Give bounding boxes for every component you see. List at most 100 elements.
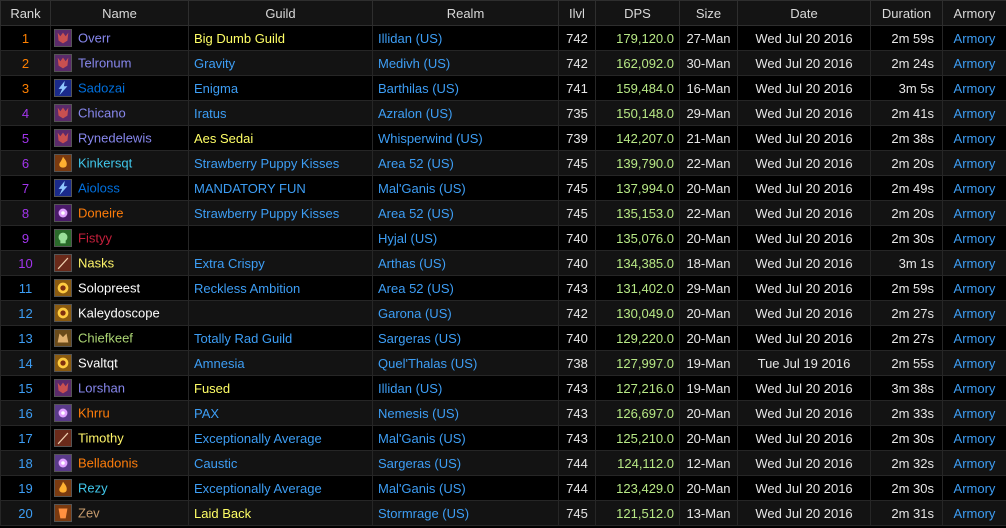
guild-link[interactable]: Enigma <box>194 81 238 96</box>
realm-link[interactable]: Area 52 (US) <box>378 206 454 221</box>
armory-link[interactable]: Armory <box>954 456 996 471</box>
realm-link[interactable]: Barthilas (US) <box>378 81 459 96</box>
player-name[interactable]: Rynedelewis <box>78 131 152 146</box>
realm-link[interactable]: Azralon (US) <box>378 106 452 121</box>
col-header-rank[interactable]: Rank <box>0 0 51 26</box>
armory-cell: Armory <box>942 75 1006 101</box>
col-header-size[interactable]: Size <box>679 0 738 26</box>
guild-link[interactable]: Big Dumb Guild <box>194 31 285 46</box>
realm-link[interactable]: Hyjal (US) <box>378 231 437 246</box>
duration-cell: 2m 27s <box>870 300 943 326</box>
guild-link[interactable]: Aes Sedai <box>194 131 253 146</box>
player-name[interactable]: Zev <box>78 506 100 521</box>
armory-link[interactable]: Armory <box>954 381 996 396</box>
guild-link[interactable]: Amnesia <box>194 356 245 371</box>
guild-link[interactable]: Extra Crispy <box>194 256 265 271</box>
lightning-icon <box>54 79 72 97</box>
col-header-date[interactable]: Date <box>737 0 871 26</box>
player-name[interactable]: Khrru <box>78 406 110 421</box>
realm-link[interactable]: Whisperwind (US) <box>378 131 483 146</box>
armory-link[interactable]: Armory <box>954 81 996 96</box>
realm-link[interactable]: Nemesis (US) <box>378 406 459 421</box>
realm-link[interactable]: Medivh (US) <box>378 56 450 71</box>
duration-cell: 2m 59s <box>870 25 943 51</box>
armory-link[interactable]: Armory <box>954 181 996 196</box>
guild-link[interactable]: Strawberry Puppy Kisses <box>194 156 339 171</box>
guild-link[interactable]: Strawberry Puppy Kisses <box>194 206 339 221</box>
col-header-duration[interactable]: Duration <box>870 0 943 26</box>
armory-link[interactable]: Armory <box>954 106 996 121</box>
guild-link[interactable]: PAX <box>194 406 219 421</box>
duration-cell: 2m 49s <box>870 175 943 201</box>
player-name[interactable]: Chicano <box>78 106 126 121</box>
realm-link[interactable]: Garona (US) <box>378 306 452 321</box>
realm-link[interactable]: Sargeras (US) <box>378 456 461 471</box>
armory-link[interactable]: Armory <box>954 256 996 271</box>
guild-link[interactable]: Laid Back <box>194 506 251 521</box>
realm-link[interactable]: Mal'Ganis (US) <box>378 431 466 446</box>
armory-link[interactable]: Armory <box>954 481 996 496</box>
player-name[interactable]: Lorshan <box>78 381 125 396</box>
guild-link[interactable]: Exceptionally Average <box>194 481 322 496</box>
player-name[interactable]: Timothy <box>78 431 124 446</box>
table-body: 1 Overr Big Dumb Guild Illidan (US) 742 179,1… <box>0 25 1006 526</box>
player-name[interactable]: Doneire <box>78 206 124 221</box>
player-name[interactable]: Overr <box>78 31 111 46</box>
guild-link[interactable]: Exceptionally Average <box>194 431 322 446</box>
realm-link[interactable]: Stormrage (US) <box>378 506 469 521</box>
realm-link[interactable]: Arthas (US) <box>378 256 446 271</box>
guild-link[interactable]: Caustic <box>194 456 237 471</box>
player-name[interactable]: Belladonis <box>78 456 138 471</box>
player-name[interactable]: Aioloss <box>78 181 120 196</box>
player-name[interactable]: Kaleydoscope <box>78 306 160 321</box>
armory-link[interactable]: Armory <box>954 206 996 221</box>
armory-link[interactable]: Armory <box>954 31 996 46</box>
armory-link[interactable]: Armory <box>954 131 996 146</box>
guild-link[interactable]: Reckless Ambition <box>194 281 300 296</box>
col-header-realm[interactable]: Realm <box>372 0 559 26</box>
col-header-dps[interactable]: DPS <box>595 0 680 26</box>
player-name[interactable]: Svaltqt <box>78 356 118 371</box>
guild-link[interactable]: Fused <box>194 381 230 396</box>
col-header-name[interactable]: Name <box>50 0 189 26</box>
date-cell: Wed Jul 20 2016 <box>737 325 871 351</box>
guild-link[interactable]: Gravity <box>194 56 235 71</box>
player-name[interactable]: Chiefkeef <box>78 331 133 346</box>
ilvl-cell: 739 <box>558 125 596 151</box>
realm-link[interactable]: Area 52 (US) <box>378 281 454 296</box>
table-row: 11 Solopreest Reckless Ambition Area 52 (US… <box>0 275 1006 301</box>
player-name[interactable]: Kinkersqt <box>78 156 132 171</box>
dps-cell: 131,402.0 <box>595 275 680 301</box>
armory-link[interactable]: Armory <box>954 56 996 71</box>
dps-cell: 123,429.0 <box>595 475 680 501</box>
guild-link[interactable]: Iratus <box>194 106 227 121</box>
guild-link[interactable]: MANDATORY FUN <box>194 181 306 196</box>
realm-link[interactable]: Illidan (US) <box>378 381 442 396</box>
armory-link[interactable]: Armory <box>954 406 996 421</box>
col-header-ilvl[interactable]: Ilvl <box>558 0 596 26</box>
player-name[interactable]: Sadozai <box>78 81 125 96</box>
armory-link[interactable]: Armory <box>954 156 996 171</box>
player-name[interactable]: Telronum <box>78 56 131 71</box>
realm-link[interactable]: Mal'Ganis (US) <box>378 481 466 496</box>
realm-link[interactable]: Area 52 (US) <box>378 156 454 171</box>
realm-link[interactable]: Sargeras (US) <box>378 331 461 346</box>
col-header-armory[interactable]: Armory <box>942 0 1006 26</box>
player-name[interactable]: Solopreest <box>78 281 140 296</box>
guild-link[interactable]: Totally Rad Guild <box>194 331 292 346</box>
armory-link[interactable]: Armory <box>954 356 996 371</box>
armory-link[interactable]: Armory <box>954 281 996 296</box>
realm-link[interactable]: Illidan (US) <box>378 31 442 46</box>
player-name[interactable]: Fistyy <box>78 231 112 246</box>
armory-link[interactable]: Armory <box>954 506 996 521</box>
name-cell: Doneire <box>50 200 189 226</box>
armory-link[interactable]: Armory <box>954 231 996 246</box>
player-name[interactable]: Nasks <box>78 256 114 271</box>
col-header-guild[interactable]: Guild <box>188 0 373 26</box>
armory-link[interactable]: Armory <box>954 431 996 446</box>
realm-link[interactable]: Mal'Ganis (US) <box>378 181 466 196</box>
armory-link[interactable]: Armory <box>954 306 996 321</box>
player-name[interactable]: Rezy <box>78 481 108 496</box>
realm-link[interactable]: Quel'Thalas (US) <box>378 356 477 371</box>
armory-link[interactable]: Armory <box>954 331 996 346</box>
